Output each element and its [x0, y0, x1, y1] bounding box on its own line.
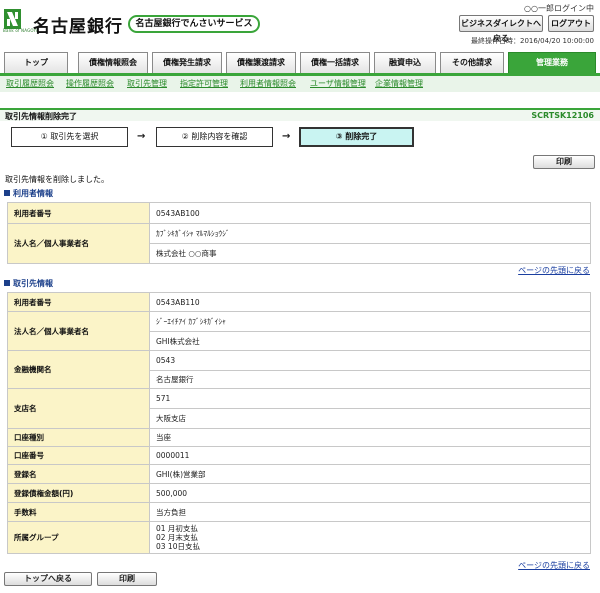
- tab-top[interactable]: トップ: [4, 52, 68, 73]
- partner-company-name-value: GHI株式会社: [149, 331, 591, 351]
- branch-name-label: 支店名: [7, 388, 150, 429]
- step-select-partner: ① 取引先を選択: [11, 127, 128, 147]
- completion-message: 取引先情報を削除しました。: [5, 175, 109, 184]
- account-type-value: 当座: [149, 428, 591, 447]
- partner-company-name-kana: ｼﾞｰｴｲﾁｱｲ ｶﾌﾞｼｷｶﾞｲｼｬ: [149, 311, 591, 332]
- back-to-top-button[interactable]: トップへ戻る: [4, 572, 92, 586]
- table-row: 手数料 当方負担: [7, 502, 591, 522]
- last-operation-time: 最終操作日時：2016/04/20 10:00:00: [470, 37, 594, 45]
- registered-amount-value: 500,000: [149, 483, 591, 503]
- screen-id: SCRTSK12106: [531, 111, 594, 120]
- back-to-top-link[interactable]: ページの先頭に戻る: [518, 560, 590, 571]
- user-number-label: 利用者番号: [7, 202, 150, 224]
- table-row: 法人名／個人事業者名 ｶﾌﾞｼｷｶﾞｲｼｬ ﾏﾙﾏﾙｼｮｳｼﾞ: [7, 223, 591, 264]
- table-row: 登録名 GHI(株)営業部: [7, 464, 591, 484]
- bank-logo-icon: [4, 9, 21, 29]
- user-info-table: 利用者番号 0543AB100 法人名／個人事業者名 ｶﾌﾞｼｷｶﾞｲｼｬ ﾏﾙ…: [7, 202, 591, 264]
- group-values: 01 月初支払 02 月末支払 03 10日支払: [149, 521, 591, 554]
- registered-name-value: GHI(株)営業部: [149, 464, 591, 484]
- account-type-label: 口座種別: [7, 428, 150, 447]
- group-label: 所属グループ: [7, 521, 150, 554]
- table-row: 利用者番号 0543AB110: [7, 292, 591, 312]
- bank-name-value: 名古屋銀行: [149, 370, 591, 389]
- main-tabs: トップ 債権情報照会 債権発生請求 債権譲渡請求 債権一括請求 融資申込 その他…: [4, 52, 596, 74]
- footer-print-button[interactable]: 印刷: [97, 572, 157, 586]
- submenu-user-management[interactable]: ユーザ情報管理: [310, 78, 366, 89]
- group-item: 03 10日支払: [156, 542, 200, 551]
- branch-code-value: 571: [149, 388, 591, 409]
- step-confirm-delete: ② 削除内容を確認: [156, 127, 273, 147]
- partner-user-number-value: 0543AB110: [149, 292, 591, 312]
- submenu-partner-management[interactable]: 取引先管理: [127, 78, 167, 89]
- section-square-icon: [4, 280, 10, 286]
- table-row: 支店名 571: [7, 388, 591, 429]
- back-to-top-link[interactable]: ページの先頭に戻る: [518, 265, 590, 276]
- page-title-bar: 取引先情報削除完了 SCRTSK12106: [0, 108, 600, 121]
- service-name-badge: 名古屋銀行でんさいサービス: [128, 15, 260, 33]
- step-delete-complete: ③ 削除完了: [299, 127, 414, 147]
- print-button[interactable]: 印刷: [533, 155, 595, 169]
- bank-code-value: 0543: [149, 350, 591, 371]
- submenu-permission-management[interactable]: 指定許可管理: [180, 78, 228, 89]
- tab-bulk-request[interactable]: 債権一括請求: [300, 52, 370, 73]
- partner-company-name-label: 法人名／個人事業者名: [7, 311, 150, 351]
- business-direct-button[interactable]: ビジネスダイレクトへ戻る: [459, 15, 543, 43]
- bank-name-label: 金融機関名: [7, 350, 150, 389]
- user-info-heading: 利用者情報: [4, 188, 53, 199]
- bank-name: 名古屋銀行: [33, 17, 123, 37]
- tab-loan-application[interactable]: 融資申込: [374, 52, 436, 73]
- fee-value: 当方負担: [149, 502, 591, 522]
- user-number-value: 0543AB100: [149, 202, 591, 224]
- account-number-label: 口座番号: [7, 446, 150, 465]
- tab-management[interactable]: 管理業務: [508, 52, 596, 74]
- table-row: 金融機関名 0543: [7, 350, 591, 389]
- submenu-user-info-inquiry[interactable]: 利用者情報照会: [240, 78, 296, 89]
- step-arrow-icon: →: [282, 131, 291, 142]
- account-number-value: 0000011: [149, 446, 591, 465]
- tab-receivable-inquiry[interactable]: 債権情報照会: [78, 52, 148, 73]
- group-item: 02 月末支払: [156, 533, 198, 542]
- table-row: 所属グループ 01 月初支払 02 月末支払 03 10日支払: [7, 521, 591, 554]
- tab-transfer-request[interactable]: 債権譲渡請求: [226, 52, 296, 73]
- registered-name-label: 登録名: [7, 464, 150, 484]
- group-item: 01 月初支払: [156, 524, 198, 533]
- login-user-status: ○○一郎ログイン中: [524, 4, 594, 13]
- company-name-label: 法人名／個人事業者名: [7, 223, 150, 264]
- page-title: 取引先情報削除完了: [5, 112, 77, 121]
- branch-name-value: 大阪支店: [149, 408, 591, 429]
- table-row: 登録債権金額(円) 500,000: [7, 483, 591, 503]
- company-name-kana: ｶﾌﾞｼｷｶﾞｲｼｬ ﾏﾙﾏﾙｼｮｳｼﾞ: [149, 223, 591, 244]
- sub-menu: 取引履歴照会 操作履歴照会 取引先管理 指定許可管理 利用者情報照会 ユーザ情報…: [0, 76, 600, 92]
- tab-issue-request[interactable]: 債権発生請求: [152, 52, 222, 73]
- fee-label: 手数料: [7, 502, 150, 522]
- step-arrow-icon: →: [137, 131, 146, 142]
- table-row: 口座番号 0000011: [7, 446, 591, 465]
- table-row: 利用者番号 0543AB100: [7, 202, 591, 224]
- tab-other-requests[interactable]: その他請求: [440, 52, 504, 73]
- submenu-transaction-history[interactable]: 取引履歴照会: [6, 78, 54, 89]
- section-square-icon: [4, 190, 10, 196]
- submenu-operation-history[interactable]: 操作履歴照会: [66, 78, 114, 89]
- partner-user-number-label: 利用者番号: [7, 292, 150, 312]
- company-name-value: 株式会社 ○○商事: [149, 243, 591, 264]
- table-row: 法人名／個人事業者名 ｼﾞｰｴｲﾁｱｲ ｶﾌﾞｼｷｶﾞｲｼｬ: [7, 311, 591, 351]
- partner-info-heading: 取引先情報: [4, 278, 53, 289]
- table-row: 口座種別 当座: [7, 428, 591, 447]
- submenu-company-info[interactable]: 企業情報管理: [375, 78, 423, 89]
- partner-info-table: 利用者番号 0543AB110 法人名／個人事業者名 ｼﾞｰｴｲﾁｱｲ ｶﾌﾞｼ…: [7, 292, 591, 554]
- logout-button[interactable]: ログアウト: [548, 15, 594, 32]
- registered-amount-label: 登録債権金額(円): [7, 483, 150, 503]
